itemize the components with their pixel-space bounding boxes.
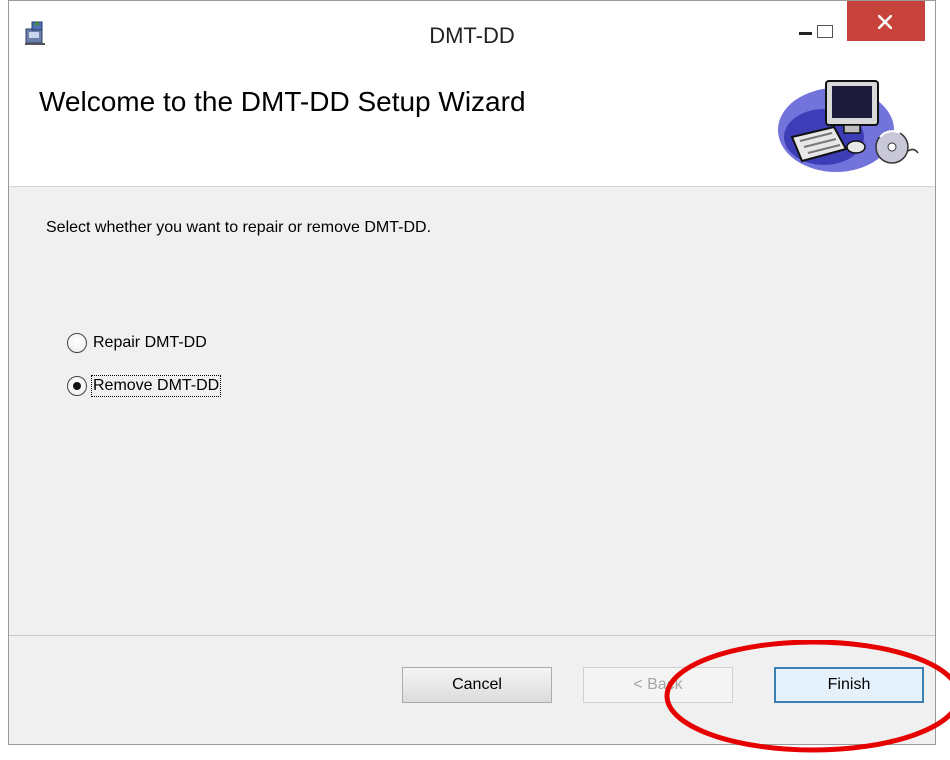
cancel-button[interactable]: Cancel: [402, 667, 552, 703]
wizard-title: Welcome to the DMT-DD Setup Wizard: [39, 86, 526, 117]
maximize-button[interactable]: [807, 1, 847, 43]
instruction-text: Select whether you want to repair or rem…: [46, 219, 432, 236]
back-button[interactable]: < Back: [583, 667, 733, 703]
setup-wizard-window: DMT-DD Welcome to the DMT-DD Setup Wizar…: [8, 0, 936, 745]
close-button[interactable]: [847, 1, 925, 41]
close-icon: [878, 15, 892, 29]
computer-setup-icon: [774, 75, 922, 175]
footer-separator: [9, 635, 935, 636]
remove-option[interactable]: Remove DMT-DD: [67, 374, 222, 398]
remove-label[interactable]: Remove DMT-DD: [90, 375, 222, 397]
repair-option[interactable]: Repair DMT-DD: [67, 331, 207, 355]
repair-radio[interactable]: [67, 333, 87, 353]
title-bar[interactable]: DMT-DD: [9, 1, 935, 65]
wizard-header: Welcome to the DMT-DD Setup Wizard: [9, 65, 935, 187]
remove-radio[interactable]: [67, 376, 87, 396]
repair-label[interactable]: Repair DMT-DD: [93, 334, 207, 352]
finish-button[interactable]: Finish: [774, 667, 924, 703]
maximize-icon: [817, 25, 833, 38]
